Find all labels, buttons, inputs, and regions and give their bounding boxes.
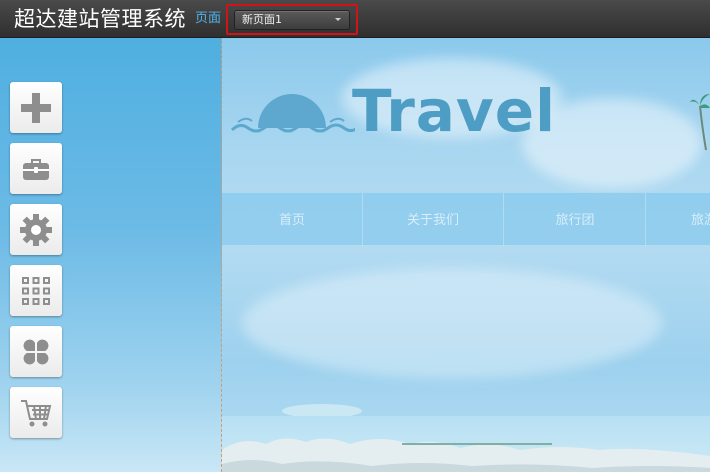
preview-nav-item[interactable]: 旅行团 <box>505 193 646 246</box>
page-select-value: 新页面1 <box>242 13 282 26</box>
chevron-down-icon <box>335 18 341 21</box>
top-bar: 超达建站管理系统 页面 新页面1 <box>0 0 710 38</box>
toolbox-button[interactable] <box>10 143 62 194</box>
grid-icon <box>22 276 50 305</box>
page-label[interactable]: 页面 <box>195 11 221 27</box>
app-title: 超达建站管理系统 <box>14 7 186 31</box>
preview-nav-item[interactable]: 首页 <box>222 193 363 246</box>
plus-icon <box>21 92 51 123</box>
gear-icon <box>20 213 52 246</box>
preview-nav-item[interactable]: 旅游 <box>646 193 710 246</box>
modules-button[interactable] <box>10 326 62 377</box>
cloud <box>242 268 662 378</box>
page-preview[interactable]: Travel 首页 关于我们 旅行团 旅游 <box>222 38 710 472</box>
page-select-highlight: 新页面1 <box>226 4 358 35</box>
cart-icon <box>21 399 52 426</box>
logo-sun-icon <box>230 94 355 133</box>
logo-text: Travel <box>352 77 556 145</box>
palm-tree-icon <box>690 94 710 151</box>
add-element-button[interactable] <box>10 82 62 133</box>
apps-button[interactable] <box>10 265 62 316</box>
beach-rocks <box>222 438 710 472</box>
preview-nav: 首页 关于我们 旅行团 旅游 <box>222 192 710 246</box>
toolbox-icon <box>23 158 49 180</box>
clover-icon <box>23 339 49 364</box>
page-select[interactable]: 新页面1 <box>234 10 350 30</box>
preview-nav-item[interactable]: 关于我们 <box>363 193 504 246</box>
shop-button[interactable] <box>10 387 62 438</box>
settings-button[interactable] <box>10 204 62 255</box>
